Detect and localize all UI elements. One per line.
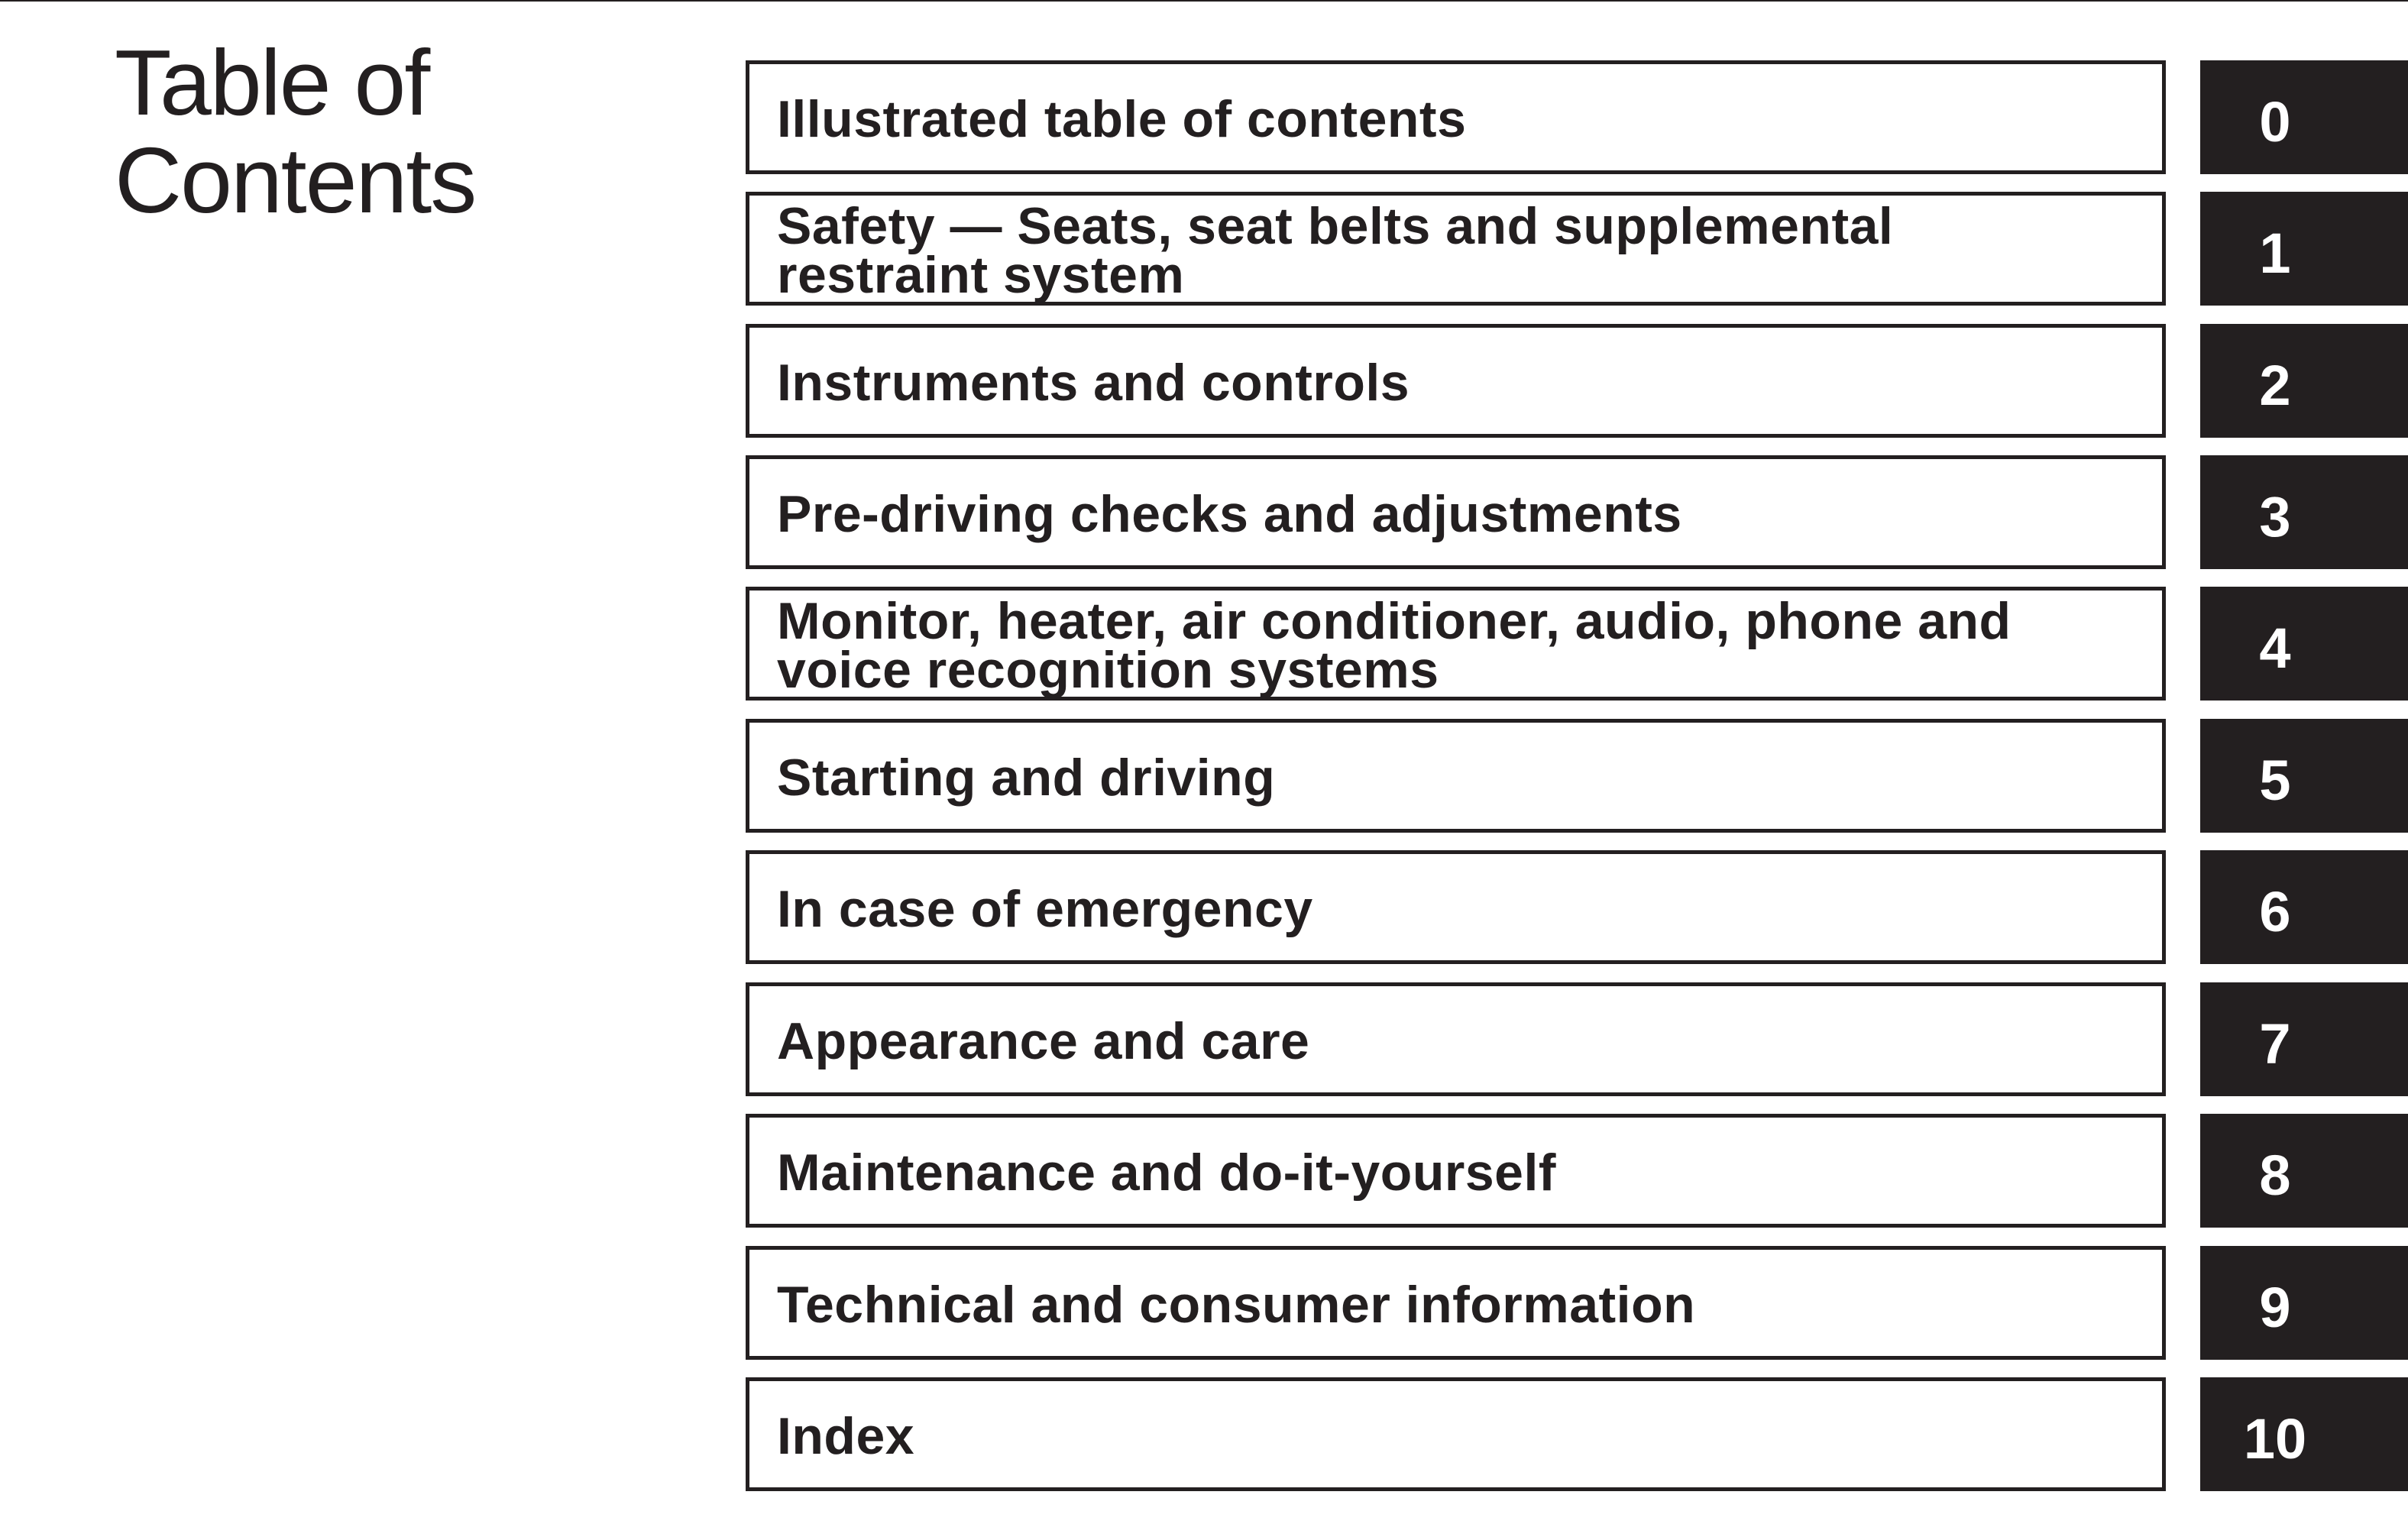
toc-row: Monitor, heater, air conditioner, audio,… xyxy=(0,587,2408,701)
toc-entry-label: Maintenance and do-it-yourself xyxy=(777,1143,1556,1202)
toc-list: Illustrated table of contents 0 Safety —… xyxy=(0,0,2408,1524)
toc-entry-label: Index xyxy=(777,1406,915,1465)
section-tab[interactable]: 0 xyxy=(2200,60,2408,174)
toc-entry-link[interactable]: In case of emergency xyxy=(746,850,2166,964)
toc-entry-link[interactable]: Maintenance and do-it-yourself xyxy=(746,1114,2166,1228)
toc-entry-label: Safety — Seats, seat belts and supplemen… xyxy=(777,196,1894,304)
toc-entry-label: In case of emergency xyxy=(777,879,1313,938)
toc-row: Maintenance and do-it-yourself 8 xyxy=(0,1114,2408,1228)
section-tab[interactable]: 5 xyxy=(2200,719,2408,833)
toc-entry-link[interactable]: Pre-driving checks and adjustments xyxy=(746,455,2166,569)
toc-entry-link[interactable]: Monitor, heater, air conditioner, audio,… xyxy=(746,587,2166,701)
toc-row: In case of emergency 6 xyxy=(0,850,2408,964)
toc-entry-link[interactable]: Index xyxy=(746,1377,2166,1491)
section-tab[interactable]: 9 xyxy=(2200,1246,2408,1360)
toc-entry-link[interactable]: Technical and consumer information xyxy=(746,1246,2166,1360)
toc-row: Pre-driving checks and adjustments 3 xyxy=(0,455,2408,569)
toc-entry-label: Monitor, heater, air conditioner, audio,… xyxy=(777,591,2012,699)
toc-row: Safety — Seats, seat belts and supplemen… xyxy=(0,192,2408,306)
section-tab[interactable]: 10 xyxy=(2200,1377,2408,1491)
section-tab[interactable]: 3 xyxy=(2200,455,2408,569)
toc-entry-label: Technical and consumer information xyxy=(777,1275,1696,1334)
toc-entry-label: Pre-driving checks and adjustments xyxy=(777,484,1682,543)
toc-row: Starting and driving 5 xyxy=(0,719,2408,833)
toc-entry-label: Illustrated table of contents xyxy=(777,89,1467,148)
section-tab[interactable]: 2 xyxy=(2200,324,2408,438)
section-tab[interactable]: 8 xyxy=(2200,1114,2408,1228)
toc-entry-label: Appearance and care xyxy=(777,1011,1310,1070)
toc-entry-link[interactable]: Appearance and care xyxy=(746,982,2166,1096)
toc-entry-link[interactable]: Illustrated table of contents xyxy=(746,60,2166,174)
toc-row: Instruments and controls 2 xyxy=(0,324,2408,438)
toc-row: Technical and consumer information 9 xyxy=(0,1246,2408,1360)
toc-row: Appearance and care 7 xyxy=(0,982,2408,1096)
toc-row: Illustrated table of contents 0 xyxy=(0,60,2408,174)
toc-entry-link[interactable]: Starting and driving xyxy=(746,719,2166,833)
section-tab[interactable]: 1 xyxy=(2200,192,2408,306)
toc-entry-link[interactable]: Instruments and controls xyxy=(746,324,2166,438)
section-tab[interactable]: 4 xyxy=(2200,587,2408,701)
toc-entry-label: Starting and driving xyxy=(777,748,1276,807)
toc-row: Index 10 xyxy=(0,1377,2408,1491)
toc-entry-link[interactable]: Safety — Seats, seat belts and supplemen… xyxy=(746,192,2166,306)
section-tab[interactable]: 6 xyxy=(2200,850,2408,964)
section-tab[interactable]: 7 xyxy=(2200,982,2408,1096)
toc-entry-label: Instruments and controls xyxy=(777,353,1410,412)
